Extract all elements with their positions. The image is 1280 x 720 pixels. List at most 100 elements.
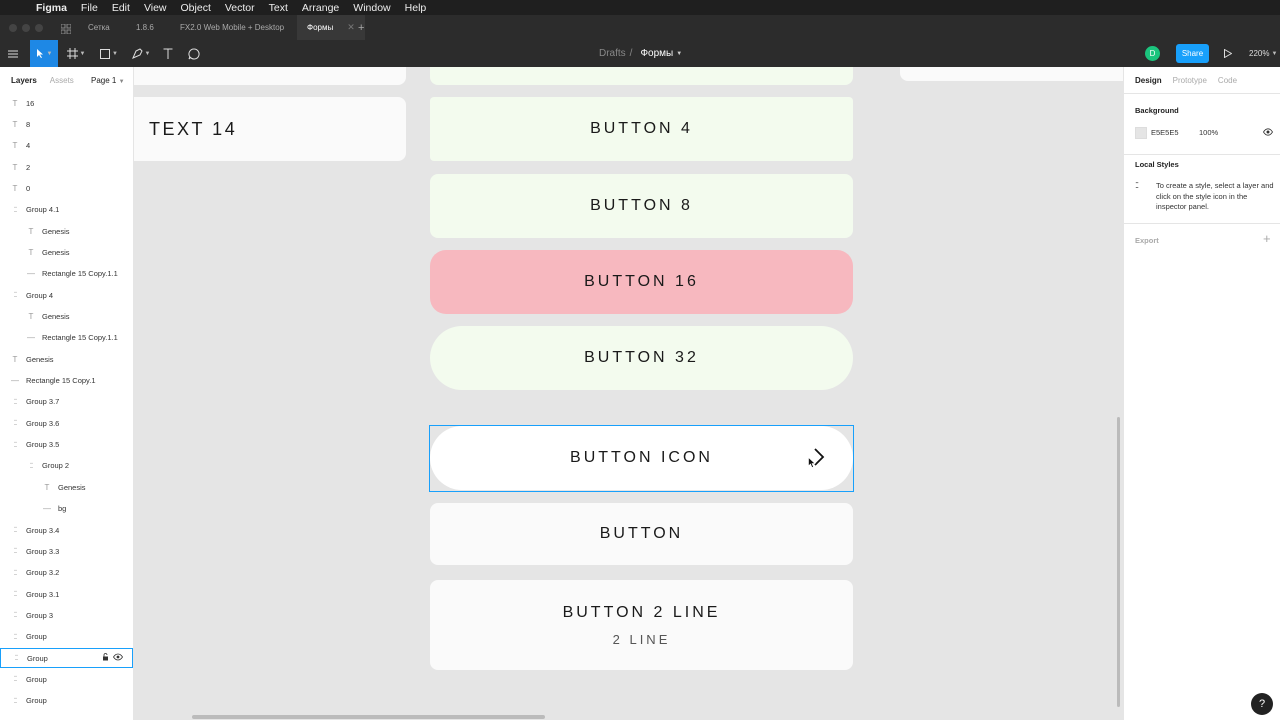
add-export-icon[interactable]: +: [1263, 231, 1271, 246]
move-tool-button[interactable]: ▼: [30, 40, 58, 67]
button-card[interactable]: BUTTON: [430, 503, 853, 565]
layers-panel-tabs: Layers Assets Page 1 ▼: [0, 67, 133, 93]
layer-row[interactable]: T4: [0, 136, 133, 156]
button-card-label: BUTTON: [599, 525, 684, 542]
layer-row[interactable]: ⁚⁚ Group 3.5: [0, 435, 133, 455]
shape-tool-button[interactable]: ▼: [95, 40, 123, 67]
menu-window[interactable]: Window: [353, 2, 390, 14]
layer-row[interactable]: ⁚⁚ Group 3: [0, 605, 133, 625]
share-button[interactable]: Share: [1176, 44, 1209, 63]
layer-label: Genesis: [58, 482, 86, 492]
menu-object[interactable]: Object: [181, 2, 211, 14]
background-section-title: Background: [1135, 106, 1179, 115]
layer-row[interactable]: — Rectangle 15 Copy.1.1: [0, 264, 133, 284]
layer-row[interactable]: T 16: [0, 93, 133, 113]
layer-row[interactable]: T Genesis: [0, 242, 133, 262]
tab-layers[interactable]: Layers: [11, 76, 37, 85]
page-selector[interactable]: Page 1 ▼: [91, 76, 125, 85]
menu-file[interactable]: File: [81, 2, 98, 14]
lock-visibility-icons[interactable]: [102, 653, 124, 663]
tab-version[interactable]: 1.8.6: [126, 15, 164, 40]
breadcrumb-file-name[interactable]: Формы: [640, 48, 673, 59]
window-close-button[interactable]: [9, 24, 17, 32]
menu-help[interactable]: Help: [405, 2, 427, 14]
layer-row[interactable]: ⁚⁚ Group 3.7: [0, 392, 133, 412]
layer-label: 8: [26, 119, 31, 129]
pen-tool-button[interactable]: ▼: [127, 40, 155, 67]
breadcrumb-drafts[interactable]: Drafts: [599, 48, 626, 59]
present-icon[interactable]: [1219, 40, 1237, 67]
menu-view[interactable]: View: [144, 2, 167, 14]
layer-row[interactable]: ⁚⁚ Group 3.6: [0, 413, 133, 433]
layer-row[interactable]: T2: [0, 157, 133, 177]
layer-row[interactable]: T0: [0, 178, 133, 198]
layer-row[interactable]: — bg: [0, 499, 133, 519]
button-card-label: BUTTON 16: [584, 273, 699, 290]
text-14-card[interactable]: TEXT 14: [134, 97, 406, 161]
layer-row[interactable]: ⁚⁚ Group: [0, 627, 133, 647]
group-icon: ⁚⁚: [13, 569, 17, 577]
tab-fx2[interactable]: FX2.0 Web Mobile + Desktop: [170, 15, 294, 40]
chevron-down-icon[interactable]: ▼: [676, 51, 682, 57]
zoom-dropdown[interactable]: 220% ▼: [1249, 40, 1277, 67]
frame-tool-button[interactable]: ▼: [62, 40, 90, 67]
layer-label: Rectangle 15 Copy.1.1: [42, 269, 118, 279]
layer-label: 4: [26, 141, 31, 151]
horizontal-scrollbar[interactable]: [192, 715, 545, 719]
button-card[interactable]: BUTTON 8: [430, 174, 853, 238]
layer-row[interactable]: T8: [0, 114, 133, 134]
background-swatch[interactable]: [1135, 127, 1147, 139]
layer-row[interactable]: T Genesis: [0, 349, 133, 369]
tab-prototype[interactable]: Prototype: [1173, 76, 1207, 85]
layer-row[interactable]: ⁚⁚ Group 2: [0, 456, 133, 476]
menu-arrange[interactable]: Arrange: [302, 2, 339, 14]
layer-row[interactable]: — Rectangle 15 Copy.1.1: [0, 328, 133, 348]
layer-label: bg: [58, 504, 67, 514]
button-card[interactable]: BUTTON 16: [430, 250, 853, 314]
layer-row[interactable]: ⁚⁚ Group 4: [0, 285, 133, 305]
tab-assets[interactable]: Assets: [50, 76, 74, 85]
layer-row[interactable]: ⁚⁚ Group 3.3: [0, 541, 133, 561]
main-menu-icon[interactable]: [2, 40, 24, 67]
layer-row[interactable]: ⁚⁚ Group: [0, 669, 133, 689]
background-opacity-input[interactable]: 100%: [1199, 128, 1218, 137]
layer-row[interactable]: T Genesis: [0, 221, 133, 241]
layer-row[interactable]: ⁚⁚ Group: [0, 691, 133, 711]
layer-row[interactable]: T Genesis: [0, 477, 133, 497]
canvas[interactable]: TEXT 14 BUTTON 4 BUTTON 8 BUTTON 16 BUTTON …: [134, 67, 1123, 720]
layer-row[interactable]: ⁚⁚ Group 4.1: [0, 200, 133, 220]
tab-design[interactable]: Design: [1135, 76, 1162, 85]
button-card[interactable]: BUTTON 4: [430, 97, 853, 161]
menu-edit[interactable]: Edit: [112, 2, 130, 14]
layer-row[interactable]: — Rectangle 15 Copy.1: [0, 371, 133, 391]
avatar[interactable]: D: [1145, 46, 1160, 61]
layer-row[interactable]: ⁚⁚ Group 3.2: [0, 563, 133, 583]
layer-label: Group 3.6: [26, 418, 60, 428]
vertical-scrollbar[interactable]: [1117, 417, 1120, 707]
background-hex-input[interactable]: E5E5E5: [1151, 128, 1179, 137]
layer-label: Genesis: [42, 226, 70, 236]
layer-row[interactable]: ⁚⁚ Group 3.4: [0, 520, 133, 540]
window-minimize-button[interactable]: [22, 24, 30, 32]
window-zoom-button[interactable]: [35, 24, 43, 32]
tab-grid[interactable]: Сетка: [78, 15, 120, 40]
button-card[interactable]: BUTTON 32: [430, 326, 853, 390]
button-card[interactable]: BUTTON ICON: [430, 426, 853, 490]
layer-row[interactable]: ⁚⁚ Group: [0, 648, 133, 669]
grid-icon[interactable]: [56, 15, 76, 42]
layer-label: Group 3.7: [26, 397, 60, 407]
rectangle-icon: —: [27, 333, 35, 343]
layer-row[interactable]: ⁚⁚ Group 3.1: [0, 584, 133, 604]
new-tab-button[interactable]: +: [348, 15, 374, 40]
comment-tool-button[interactable]: [184, 40, 204, 67]
menu-app[interactable]: Figma: [36, 2, 67, 14]
eye-icon[interactable]: [1263, 127, 1273, 139]
text-tool-button[interactable]: [158, 40, 178, 67]
help-button[interactable]: ?: [1251, 693, 1273, 715]
layer-row[interactable]: T Genesis: [0, 307, 133, 327]
menu-text[interactable]: Text: [269, 2, 288, 14]
group-icon: ⁚⁚: [13, 398, 17, 406]
menu-vector[interactable]: Vector: [225, 2, 255, 14]
tab-code[interactable]: Code: [1218, 76, 1237, 85]
button-card[interactable]: BUTTON 2 LINE 2 LINE: [430, 580, 853, 670]
